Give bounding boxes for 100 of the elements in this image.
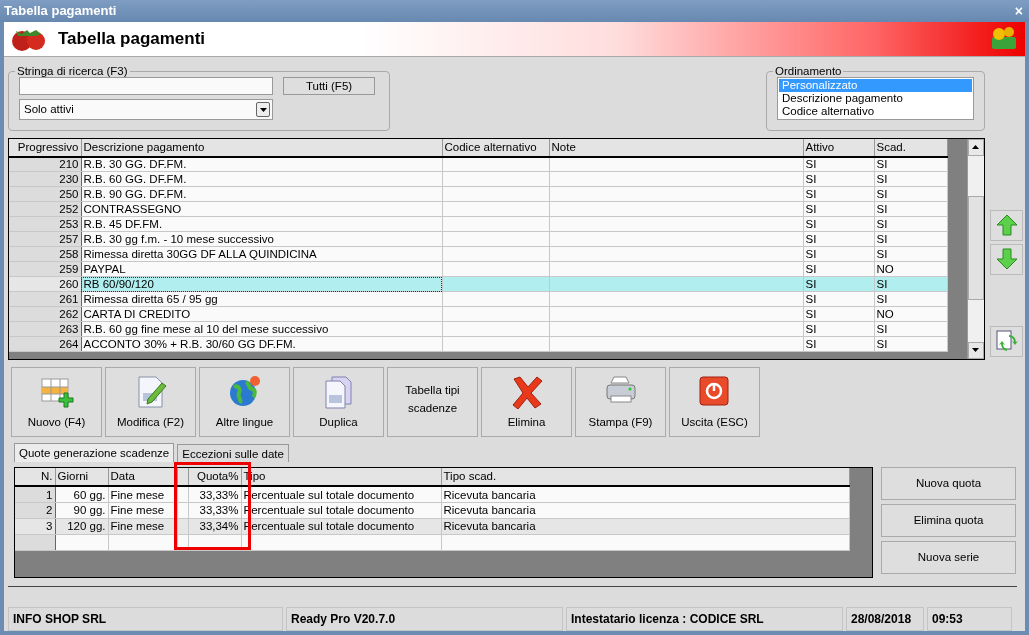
list-item[interactable]: Descrizione pagamento [779, 92, 972, 106]
grid-plus-icon [39, 375, 74, 410]
table-cell: SI [803, 171, 874, 187]
toolbar-button[interactable]: Altre lingue [199, 366, 290, 437]
scrollbar-thumb[interactable] [967, 195, 984, 300]
column-header[interactable]: Progressivo [9, 138, 81, 157]
table-cell: R.B. 30 gg f.m. - 10 mese successivo [81, 231, 442, 247]
refresh-button[interactable] [990, 325, 1023, 357]
table-cell: SI [874, 321, 947, 337]
table-cell: SI [874, 336, 947, 352]
table-cell: SI [803, 336, 874, 352]
group-label: Ordinamento [774, 65, 843, 78]
toolbar-button[interactable]: Stampa (F9) [575, 366, 666, 437]
table-cell: R.B. 90 GG. DF.FM. [81, 186, 442, 202]
toolbar-button[interactable]: Uscita (ESC) [669, 366, 760, 437]
column-header[interactable]: Descrizione pagamento [81, 138, 442, 157]
table-cell: SI [874, 216, 947, 232]
caret-icon [259, 107, 267, 112]
column-header[interactable]: Note [549, 138, 803, 157]
table-row[interactable]: 257 R.B. 30 gg f.m. - 10 mese successivo SI SI [9, 231, 947, 247]
column-header[interactable]: Data [108, 468, 177, 487]
table-cell: SI [803, 156, 874, 172]
status-pane: 28/08/2018 [846, 607, 924, 631]
table-cell: R.B. 30 GG. DF.FM. [81, 156, 442, 172]
table-cell: R.B. 45 DF.FM. [81, 216, 442, 232]
list-item[interactable]: Codice alternativo [779, 105, 972, 119]
table-cell: SI [874, 291, 947, 307]
column-header[interactable]: Codice alternativo [442, 138, 549, 157]
table-cell: Rimessa diretta 30GG DF ALLA QUINDICINA [81, 246, 442, 262]
group-label: Stringa di ricerca (F3) [16, 65, 129, 78]
table-row[interactable]: 258 Rimessa diretta 30GG DF ALLA QUINDICINA SI SI [9, 246, 947, 262]
table-row[interactable]: 259 PAYPAL SI NO [9, 261, 947, 277]
table-row[interactable]: 252 CONTRASSEGNO SI SI [9, 201, 947, 217]
toolbar-button[interactable]: Elimina [481, 366, 572, 437]
table-cell: SI [803, 246, 874, 262]
table-cell: Rimessa diretta 65 / 95 gg [81, 291, 442, 307]
table-cell: SI [803, 306, 874, 322]
table-row[interactable]: 261 Rimessa diretta 65 / 95 gg SI SI [9, 291, 947, 307]
table-cell: SI [803, 321, 874, 337]
table-cell: SI [803, 186, 874, 202]
table-cell: Ricevuta bancaria [441, 486, 849, 503]
move-up-button[interactable] [990, 209, 1023, 241]
table-row[interactable]: 230 R.B. 60 GG. DF.FM. SI SI [9, 171, 947, 187]
table-cell: 33,33% [188, 486, 241, 503]
tab[interactable]: Eccezioni sulle date [177, 444, 289, 463]
search-field[interactable] [19, 77, 273, 96]
move-down-button[interactable] [990, 243, 1023, 275]
table-cell: SI [874, 171, 947, 187]
table-row[interactable]: 264 ACCONTO 30% + R.B. 30/60 GG DF.FM. SI SI [9, 336, 947, 352]
column-header[interactable]: N. [15, 468, 55, 487]
quota-button[interactable]: Elimina quota [881, 504, 1016, 538]
table-cell: R.B. 60 GG. DF.FM. [81, 171, 442, 187]
column-header[interactable]: Attivo [803, 138, 874, 157]
quota-button[interactable]: Nuova quota [881, 467, 1016, 501]
table-cell: CONTRASSEGNO [81, 201, 442, 217]
scrollbar[interactable] [966, 138, 984, 359]
all-button[interactable]: Tutti (F5) [283, 77, 375, 96]
table-row[interactable]: 250 R.B. 90 GG. DF.FM. SI SI [9, 186, 947, 202]
table-cell: NO [874, 306, 947, 322]
column-header[interactable]: Giorni [55, 468, 108, 487]
table-cell: SI [874, 246, 947, 262]
arrow-down-icon [995, 248, 1018, 271]
column-header[interactable]: Quota% [188, 468, 241, 487]
column-header[interactable]: Tipo scad. [441, 468, 849, 487]
table-cell: SI [803, 231, 874, 247]
table-cell: SI [803, 201, 874, 217]
table-cell: CARTA DI CREDITO [81, 306, 442, 322]
table-cell: SI [803, 216, 874, 232]
header-title: Tabella pagamenti [58, 28, 207, 50]
filter-dropdown[interactable]: Solo attivi [19, 99, 273, 121]
column-header[interactable]: Scad. [874, 138, 947, 157]
table-row[interactable]: 263 R.B. 60 gg fine mese al 10 del mese successivo SI SI [9, 321, 947, 337]
table-cell: SI [874, 156, 947, 172]
table-cell: 33,33% [188, 502, 241, 519]
toolbar-button[interactable]: Nuovo (F4) [11, 366, 102, 437]
status-pane: Intestatario licenza : CODICE SRL [566, 607, 843, 631]
table-cell: 60 gg. [55, 486, 108, 503]
table-row[interactable]: 210 R.B. 30 GG. DF.FM. SI SI [9, 156, 947, 172]
tab[interactable]: Quote generazione scadenze [14, 443, 175, 463]
table-cell: SI [803, 291, 874, 307]
toolbar-button[interactable]: Tabella tipi scadenze [387, 366, 478, 437]
table-row[interactable]: 253 R.B. 45 DF.FM. SI SI [9, 216, 947, 232]
status-pane: INFO SHOP SRL [8, 607, 283, 631]
table-cell: Ricevuta bancaria [441, 502, 849, 519]
status-pane: Ready Pro V20.7.0 [286, 607, 563, 631]
table-cell: NO [874, 261, 947, 277]
toolbar-button[interactable]: Modifica (F2) [105, 366, 196, 437]
table-cell: PAYPAL [81, 261, 442, 277]
table-row[interactable]: 260 RB 60/90/120 SI SI [9, 276, 947, 292]
table-cell: R.B. 60 gg fine mese al 10 del mese successivo [81, 321, 442, 337]
table-cell: SI [874, 186, 947, 202]
document-refresh-icon [994, 329, 1019, 354]
table-cell: Fine mese [108, 486, 177, 503]
table-cell: ACCONTO 30% + R.B. 30/60 GG DF.FM. [81, 336, 442, 352]
table-cell: SI [874, 231, 947, 247]
arrow-up-icon [995, 214, 1018, 237]
table-row[interactable]: 262 CARTA DI CREDITO SI NO [9, 306, 947, 322]
window-title: Tabella pagamenti [4, 2, 117, 21]
quota-button[interactable]: Nuova serie [881, 541, 1016, 575]
toolbar-button[interactable]: Duplica [293, 366, 384, 437]
